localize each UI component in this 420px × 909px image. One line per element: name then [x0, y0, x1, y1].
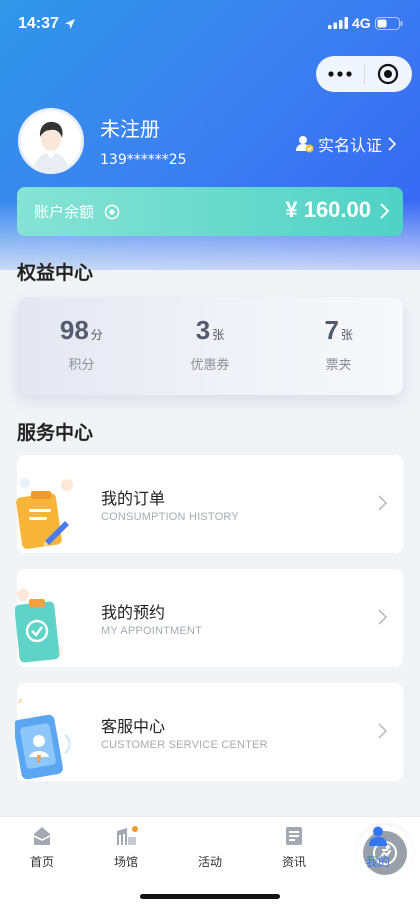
status-time: 14:37 [18, 15, 59, 32]
stat-label: 票夹 [325, 358, 352, 373]
service-title: 我的预约 [101, 603, 166, 622]
coupons-stat[interactable]: 3张 优惠券 [146, 297, 275, 395]
tab-label: 我的 [365, 855, 390, 869]
stat-value-row: 3张 [196, 315, 224, 346]
tab-news[interactable]: 资讯 [259, 825, 329, 870]
user-phone: 139******25 [100, 152, 187, 168]
avatar[interactable] [18, 108, 84, 174]
user-name: 未注册 [100, 117, 160, 141]
home-icon [33, 827, 51, 845]
appointment-clipboard-icon [15, 589, 62, 663]
more-button[interactable] [316, 56, 364, 92]
close-miniapp-button[interactable] [365, 56, 413, 92]
signal-icon [328, 17, 348, 29]
points-stat[interactable]: 98 分 积分 [17, 297, 146, 395]
stat-label: 优惠券 [190, 358, 230, 373]
chevron-right-icon [380, 203, 389, 219]
stat-unit: 分 [90, 328, 103, 342]
chevron-right-icon [378, 609, 387, 625]
chevron-right-icon [378, 495, 387, 511]
customer-service-phone-icon [15, 699, 71, 780]
stadium-icon [117, 826, 138, 845]
stat-value-row: 98 分 [60, 315, 103, 346]
stat-unit: 张 [340, 328, 353, 342]
real-name-verify-button[interactable]: 实名认证 [296, 132, 397, 156]
service-item-customer-service[interactable]: 客服中心 CUSTOMER SERVICE CENTER [15, 683, 403, 781]
service-subtitle: CUSTOMER SERVICE CENTER [101, 739, 268, 751]
balance-amount: ¥ 160.00 [285, 197, 371, 222]
service-subtitle: MY APPOINTMENT [101, 625, 202, 637]
service-subtitle: CONSUMPTION HISTORY [101, 511, 239, 523]
tickets-stat[interactable]: 7张 票夹 [274, 297, 403, 395]
tab-activity[interactable]: 活动 [175, 825, 413, 881]
tab-label: 场馆 [113, 855, 138, 869]
tab-label: 资讯 [281, 855, 306, 869]
stat-value-row: 7张 [324, 315, 352, 346]
battery-icon [375, 17, 403, 30]
tab-profile[interactable]: 我的 [343, 825, 413, 870]
account-balance-bar[interactable]: 账户余额 ¥ 160.00 [17, 187, 403, 236]
tab-label: 首页 [29, 855, 54, 869]
service-item-orders[interactable]: 我的订单 CONSUMPTION HISTORY [16, 455, 403, 553]
service-item-appointment[interactable]: 我的预约 MY APPOINTMENT [15, 569, 403, 667]
tab-home[interactable]: 首页 [7, 825, 77, 870]
avatar-illustration-icon [21, 111, 81, 171]
balance-label: 账户余额 [34, 203, 95, 221]
eye-visibility-icon[interactable] [104, 204, 120, 220]
network-type: 4G [352, 15, 371, 31]
miniapp-capsule [316, 56, 412, 92]
target-circle-icon [378, 63, 399, 85]
profile-icon [369, 826, 387, 846]
stat-label: 积分 [68, 358, 95, 373]
news-icon [286, 827, 302, 845]
more-dots-icon [328, 71, 352, 77]
tab-venues[interactable]: 场馆 [91, 825, 161, 870]
stat-unit: 张 [212, 328, 225, 342]
order-clipboard-icon [16, 478, 73, 549]
verify-label: 实名认证 [318, 136, 383, 155]
service-center-title: 服务中心 [17, 422, 94, 444]
status-bar: 14:37 4G [0, 0, 420, 48]
chevron-right-icon [388, 137, 397, 151]
verify-user-icon [296, 136, 314, 153]
tab-label: 活动 [197, 855, 222, 869]
bottom-tab-bar: 首页 场馆 活动 资讯 我的 [0, 816, 420, 909]
service-title: 我的订单 [101, 489, 166, 508]
location-arrow-icon [65, 19, 75, 29]
home-indicator[interactable] [140, 894, 280, 899]
stat-value: 3 [195, 315, 211, 345]
rights-card: 98 分 积分 3张 优惠券 7张 票夹 [17, 297, 403, 395]
chevron-right-icon [378, 723, 387, 739]
stat-value: 98 [59, 315, 89, 345]
rights-center-title: 权益中心 [17, 262, 94, 284]
service-title: 客服中心 [101, 717, 166, 736]
stat-value: 7 [324, 315, 339, 345]
